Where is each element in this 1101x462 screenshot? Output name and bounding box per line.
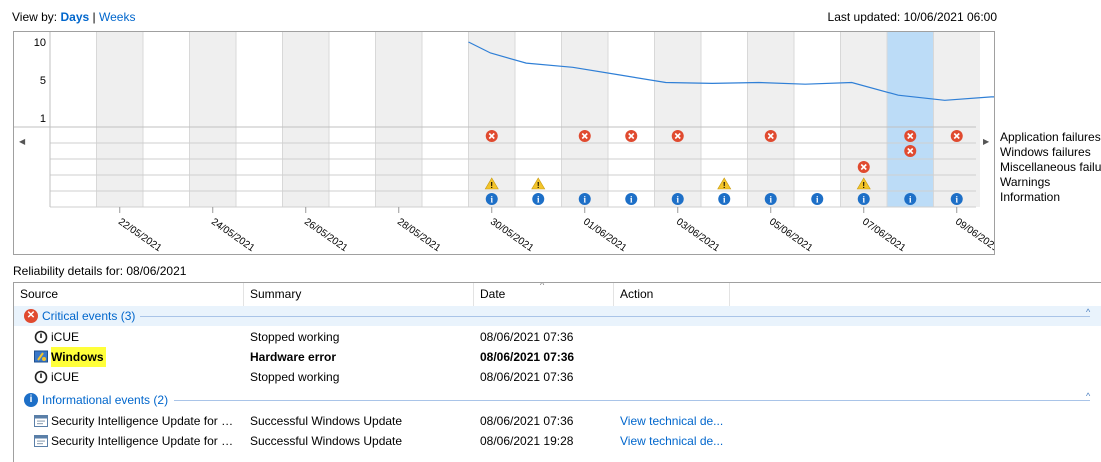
view-by-label: View by: bbox=[12, 10, 58, 24]
x-tick-label: 05/06/2021 bbox=[767, 216, 815, 254]
row-source: iCUE bbox=[51, 330, 80, 344]
icue-icon bbox=[34, 330, 48, 344]
day-column bbox=[422, 32, 469, 207]
view-days-link[interactable]: Days bbox=[60, 10, 89, 24]
x-tick-label: 30/05/2021 bbox=[488, 216, 536, 254]
table-row[interactable]: Security Intelligence Update for M... Suc… bbox=[14, 431, 1101, 451]
informational-events-label: Informational events (2) bbox=[42, 393, 169, 407]
row-source: Windows bbox=[51, 347, 106, 367]
row-source: Security Intelligence Update for M... bbox=[51, 414, 242, 428]
y-tick-label: 10 bbox=[34, 37, 46, 49]
row-source: Security Intelligence Update for M... bbox=[51, 434, 242, 448]
y-tick-label: 1 bbox=[40, 113, 46, 125]
day-column bbox=[747, 32, 794, 207]
day-column bbox=[608, 32, 655, 207]
row-summary: Stopped working bbox=[250, 330, 340, 344]
day-column bbox=[794, 32, 841, 207]
x-tick-label: 28/05/2021 bbox=[395, 216, 443, 254]
x-tick-label: 26/05/2021 bbox=[302, 216, 350, 254]
row-date: 08/06/2021 07:36 bbox=[480, 350, 575, 364]
day-column bbox=[282, 32, 329, 207]
day-column bbox=[96, 32, 143, 207]
last-updated-text: Last updated: 10/06/2021 06:00 bbox=[827, 10, 997, 24]
x-tick-label: 24/05/2021 bbox=[209, 216, 257, 254]
warning-icon-mark: ! bbox=[490, 181, 493, 190]
legend-application-failures: Application failures bbox=[1000, 130, 1101, 144]
column-action[interactable]: Action bbox=[614, 283, 730, 306]
x-tick-label: 07/06/2021 bbox=[860, 216, 908, 254]
warning-icon-mark: ! bbox=[862, 181, 865, 190]
day-column bbox=[236, 32, 283, 207]
row-summary: Hardware error bbox=[250, 350, 337, 364]
row-action-link[interactable]: View technical de... bbox=[620, 431, 723, 451]
row-date: 08/06/2021 07:36 bbox=[480, 370, 574, 384]
details-grid: Source Summary Date ^ Action ✕ Critical … bbox=[13, 282, 1101, 462]
day-column bbox=[933, 32, 980, 207]
x-tick-label: 01/06/2021 bbox=[581, 216, 629, 254]
day-column bbox=[143, 32, 190, 207]
critical-events-label: Critical events (3) bbox=[42, 309, 136, 323]
row-date: 08/06/2021 19:28 bbox=[480, 434, 574, 448]
legend-warnings: Warnings bbox=[1000, 175, 1051, 189]
day-column bbox=[375, 32, 422, 207]
row-summary: Stopped working bbox=[250, 370, 340, 384]
critical-error-icon: ✕ bbox=[24, 309, 38, 323]
day-column bbox=[887, 32, 934, 207]
warning-icon-mark: ! bbox=[723, 181, 726, 190]
chart-legend: Application failures Windows failures Mi… bbox=[1000, 130, 1101, 205]
row-summary: Successful Windows Update bbox=[250, 434, 403, 448]
reliability-chart[interactable]: 1051!!!!iiiiiiiiiiii22/05/202124/05/2021… bbox=[13, 31, 995, 255]
details-label: Reliability details for: 08/06/2021 bbox=[13, 264, 187, 278]
row-summary: Successful Windows Update bbox=[250, 414, 403, 428]
legend-miscellaneous-failures: Miscellaneous failu bbox=[1000, 160, 1101, 174]
critical-events-group[interactable]: ✕ Critical events (3) ^ bbox=[14, 306, 1101, 326]
collapse-icon[interactable]: ^ bbox=[1086, 386, 1090, 406]
day-column bbox=[329, 32, 376, 207]
table-row[interactable]: iCUE Stopped working 08/06/2021 07:36 bbox=[14, 327, 1101, 347]
update-icon bbox=[34, 414, 48, 428]
scroll-right-icon[interactable]: ▶ bbox=[983, 137, 989, 146]
legend-windows-failures: Windows failures bbox=[1000, 145, 1091, 159]
table-row[interactable]: Windows Hardware error 08/06/2021 07:36 bbox=[14, 347, 1101, 367]
warning-icon-mark: ! bbox=[537, 181, 540, 190]
day-column bbox=[50, 32, 97, 207]
row-action-link[interactable]: View technical de... bbox=[620, 411, 723, 431]
scroll-left-icon[interactable]: ◀ bbox=[19, 137, 25, 146]
collapse-icon[interactable]: ^ bbox=[1086, 302, 1090, 322]
view-separator: | bbox=[92, 10, 96, 24]
y-tick-label: 5 bbox=[40, 75, 46, 87]
day-column bbox=[189, 32, 236, 207]
icue-icon bbox=[34, 370, 48, 384]
row-date: 08/06/2021 07:36 bbox=[480, 330, 574, 344]
x-tick-label: 22/05/2021 bbox=[116, 216, 164, 254]
x-tick-label: 03/06/2021 bbox=[674, 216, 722, 254]
windows-error-icon bbox=[34, 350, 48, 364]
sort-ascending-icon: ^ bbox=[540, 282, 545, 290]
x-tick-label: 09/06/2021 bbox=[953, 216, 994, 254]
view-by-bar: View by: Days | Weeks bbox=[12, 10, 135, 24]
group-divider bbox=[174, 400, 1090, 401]
table-row[interactable]: Security Intelligence Update for M... Suc… bbox=[14, 411, 1101, 431]
day-column bbox=[654, 32, 701, 207]
row-source: iCUE bbox=[51, 370, 80, 384]
column-summary[interactable]: Summary bbox=[244, 283, 474, 306]
view-weeks-link[interactable]: Weeks bbox=[99, 10, 135, 24]
reliability-chart-svg: 1051!!!!iiiiiiiiiiii22/05/202124/05/2021… bbox=[14, 32, 994, 254]
day-column bbox=[561, 32, 608, 207]
legend-information: Information bbox=[1000, 190, 1061, 204]
group-divider bbox=[140, 316, 1090, 317]
column-source[interactable]: Source bbox=[14, 283, 244, 306]
info-icon: i bbox=[24, 393, 38, 407]
row-date: 08/06/2021 07:36 bbox=[480, 414, 574, 428]
informational-events-group[interactable]: i Informational events (2) ^ bbox=[14, 390, 1101, 410]
update-icon bbox=[34, 434, 48, 448]
table-row[interactable]: iCUE Stopped working 08/06/2021 07:36 bbox=[14, 367, 1101, 387]
